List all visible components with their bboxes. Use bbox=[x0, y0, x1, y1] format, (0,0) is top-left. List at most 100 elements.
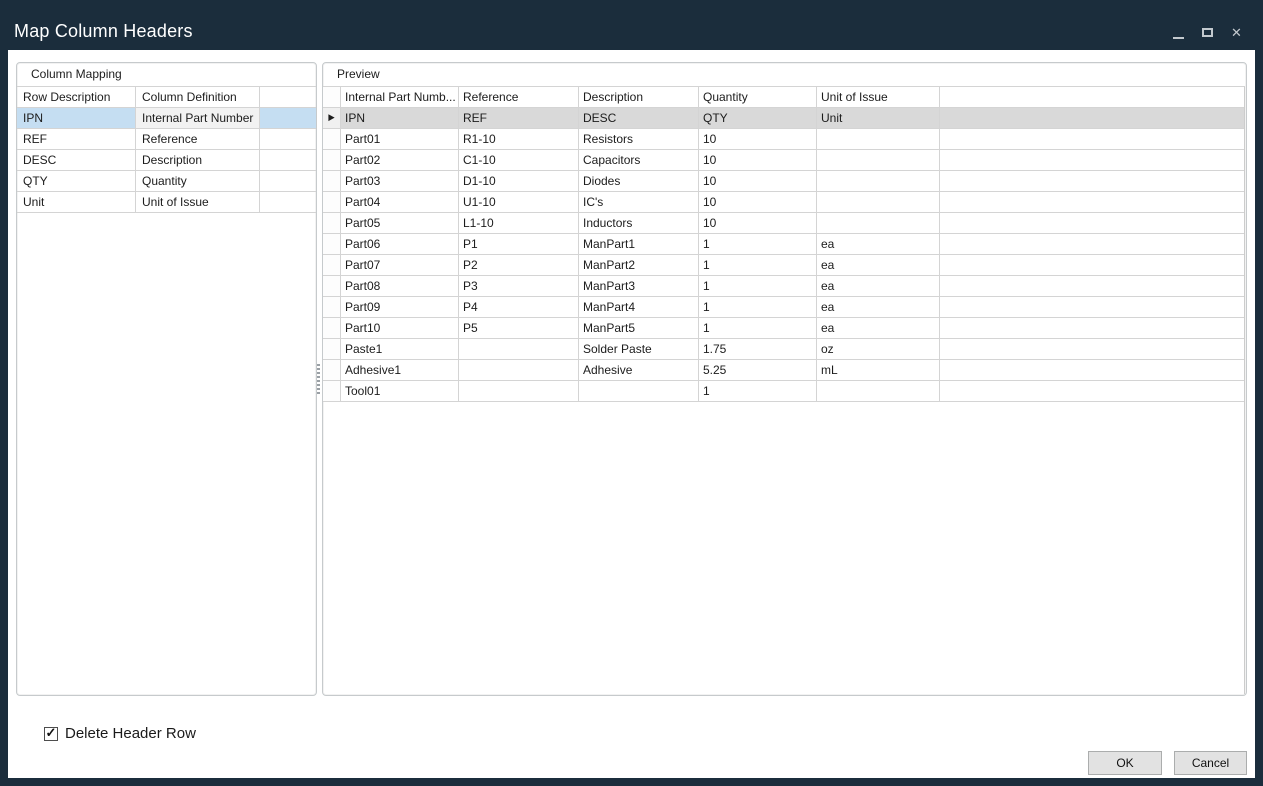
mapping-row[interactable]: IPNInternal Part Number bbox=[17, 108, 316, 129]
mapping-cell-column-definition[interactable]: Reference bbox=[136, 129, 260, 150]
preview-cell[interactable]: Part02 bbox=[341, 150, 459, 171]
preview-cell[interactable]: R1-10 bbox=[459, 129, 579, 150]
preview-row-header[interactable] bbox=[323, 213, 341, 234]
preview-cell[interactable]: Resistors bbox=[579, 129, 699, 150]
preview-cell[interactable]: 5.25 bbox=[699, 360, 817, 381]
preview-cell[interactable] bbox=[817, 381, 940, 402]
mapping-column-header[interactable]: Column Definition bbox=[136, 87, 260, 108]
preview-cell[interactable]: Solder Paste bbox=[579, 339, 699, 360]
titlebar[interactable]: Map Column Headers ✕ bbox=[0, 0, 1263, 50]
preview-cell[interactable]: Adhesive bbox=[579, 360, 699, 381]
preview-cell[interactable]: P2 bbox=[459, 255, 579, 276]
preview-cell[interactable]: 1 bbox=[699, 318, 817, 339]
preview-cell[interactable]: C1-10 bbox=[459, 150, 579, 171]
preview-cell[interactable]: mL bbox=[817, 360, 940, 381]
preview-cell[interactable]: 1 bbox=[699, 255, 817, 276]
preview-cell[interactable] bbox=[817, 150, 940, 171]
mapping-cell-row-description[interactable]: REF bbox=[17, 129, 136, 150]
mapping-cell-row-description[interactable]: Unit bbox=[17, 192, 136, 213]
preview-cell[interactable]: oz bbox=[817, 339, 940, 360]
preview-column-header[interactable]: Description bbox=[579, 87, 699, 108]
preview-row[interactable]: Part06P1ManPart11ea bbox=[323, 234, 1244, 255]
preview-cell[interactable]: 10 bbox=[699, 213, 817, 234]
preview-cell[interactable]: P3 bbox=[459, 276, 579, 297]
preview-column-header[interactable]: Internal Part Numb... bbox=[341, 87, 459, 108]
preview-row[interactable]: Part04U1-10IC's10 bbox=[323, 192, 1244, 213]
preview-row[interactable]: Part05L1-10Inductors10 bbox=[323, 213, 1244, 234]
preview-row-header[interactable] bbox=[323, 234, 341, 255]
panel-splitter[interactable] bbox=[314, 62, 322, 696]
preview-cell[interactable] bbox=[459, 360, 579, 381]
preview-corner-header[interactable] bbox=[323, 87, 341, 108]
preview-cell[interactable]: Diodes bbox=[579, 171, 699, 192]
preview-cell[interactable]: P1 bbox=[459, 234, 579, 255]
preview-row-header[interactable] bbox=[323, 297, 341, 318]
preview-row-header[interactable] bbox=[323, 171, 341, 192]
preview-cell[interactable] bbox=[817, 129, 940, 150]
preview-cell[interactable]: IPN bbox=[341, 108, 459, 129]
preview-cell[interactable]: Part04 bbox=[341, 192, 459, 213]
preview-cell[interactable]: P4 bbox=[459, 297, 579, 318]
preview-row[interactable]: Part10P5ManPart51ea bbox=[323, 318, 1244, 339]
preview-cell[interactable]: Part08 bbox=[341, 276, 459, 297]
preview-cell[interactable]: 1 bbox=[699, 234, 817, 255]
mapping-row[interactable]: UnitUnit of Issue bbox=[17, 192, 316, 213]
mapping-cell-column-definition[interactable]: Unit of Issue bbox=[136, 192, 260, 213]
preview-row[interactable]: ▶IPNREFDESCQTYUnit bbox=[323, 108, 1244, 129]
preview-cell[interactable]: ManPart1 bbox=[579, 234, 699, 255]
preview-cell[interactable] bbox=[817, 213, 940, 234]
preview-row-header[interactable] bbox=[323, 255, 341, 276]
preview-cell[interactable]: 1.75 bbox=[699, 339, 817, 360]
preview-cell[interactable]: Part03 bbox=[341, 171, 459, 192]
mapping-cell-column-definition[interactable]: Internal Part Number bbox=[136, 108, 260, 129]
mapping-row[interactable]: DESCDescription bbox=[17, 150, 316, 171]
preview-cell[interactable] bbox=[817, 171, 940, 192]
preview-cell[interactable]: Part06 bbox=[341, 234, 459, 255]
preview-cell[interactable]: 10 bbox=[699, 192, 817, 213]
delete-header-row-checkbox[interactable]: ✓ Delete Header Row bbox=[44, 725, 196, 742]
preview-cell[interactable]: Tool01 bbox=[341, 381, 459, 402]
preview-row[interactable]: Adhesive1Adhesive5.25mL bbox=[323, 360, 1244, 381]
preview-column-header[interactable]: Reference bbox=[459, 87, 579, 108]
preview-cell[interactable]: ManPart4 bbox=[579, 297, 699, 318]
preview-row[interactable]: Part03D1-10Diodes10 bbox=[323, 171, 1244, 192]
preview-cell[interactable]: Part01 bbox=[341, 129, 459, 150]
preview-cell[interactable]: Part05 bbox=[341, 213, 459, 234]
preview-row-header[interactable] bbox=[323, 150, 341, 171]
ok-button[interactable]: OK bbox=[1088, 751, 1162, 775]
mapping-cell-row-description[interactable]: IPN bbox=[17, 108, 136, 129]
preview-cell[interactable]: 1 bbox=[699, 297, 817, 318]
mapping-row[interactable]: QTYQuantity bbox=[17, 171, 316, 192]
preview-cell[interactable]: 10 bbox=[699, 129, 817, 150]
preview-row[interactable]: Part02C1-10Capacitors10 bbox=[323, 150, 1244, 171]
cancel-button[interactable]: Cancel bbox=[1174, 751, 1247, 775]
preview-row-header[interactable] bbox=[323, 276, 341, 297]
preview-column-header[interactable]: Quantity bbox=[699, 87, 817, 108]
preview-cell[interactable]: Capacitors bbox=[579, 150, 699, 171]
preview-cell[interactable]: REF bbox=[459, 108, 579, 129]
preview-cell[interactable]: 1 bbox=[699, 276, 817, 297]
preview-cell[interactable]: ManPart2 bbox=[579, 255, 699, 276]
preview-cell[interactable]: ea bbox=[817, 255, 940, 276]
preview-row-header[interactable] bbox=[323, 318, 341, 339]
mapping-cell-column-definition[interactable]: Quantity bbox=[136, 171, 260, 192]
preview-cell[interactable]: Part10 bbox=[341, 318, 459, 339]
preview-cell[interactable] bbox=[459, 381, 579, 402]
preview-cell[interactable]: Part07 bbox=[341, 255, 459, 276]
preview-row-header[interactable] bbox=[323, 381, 341, 402]
preview-cell[interactable]: Unit bbox=[817, 108, 940, 129]
preview-row[interactable]: Part01R1-10Resistors10 bbox=[323, 129, 1244, 150]
close-button[interactable]: ✕ bbox=[1226, 22, 1247, 43]
preview-cell[interactable]: Paste1 bbox=[341, 339, 459, 360]
preview-cell[interactable]: 1 bbox=[699, 381, 817, 402]
preview-cell[interactable] bbox=[459, 339, 579, 360]
preview-row-header[interactable] bbox=[323, 360, 341, 381]
preview-cell[interactable]: ea bbox=[817, 234, 940, 255]
preview-cell[interactable]: Part09 bbox=[341, 297, 459, 318]
preview-cell[interactable]: 10 bbox=[699, 171, 817, 192]
preview-cell[interactable]: IC's bbox=[579, 192, 699, 213]
mapping-row[interactable]: REFReference bbox=[17, 129, 316, 150]
preview-row[interactable]: Part08P3ManPart31ea bbox=[323, 276, 1244, 297]
preview-cell[interactable]: Inductors bbox=[579, 213, 699, 234]
preview-cell[interactable]: ManPart5 bbox=[579, 318, 699, 339]
